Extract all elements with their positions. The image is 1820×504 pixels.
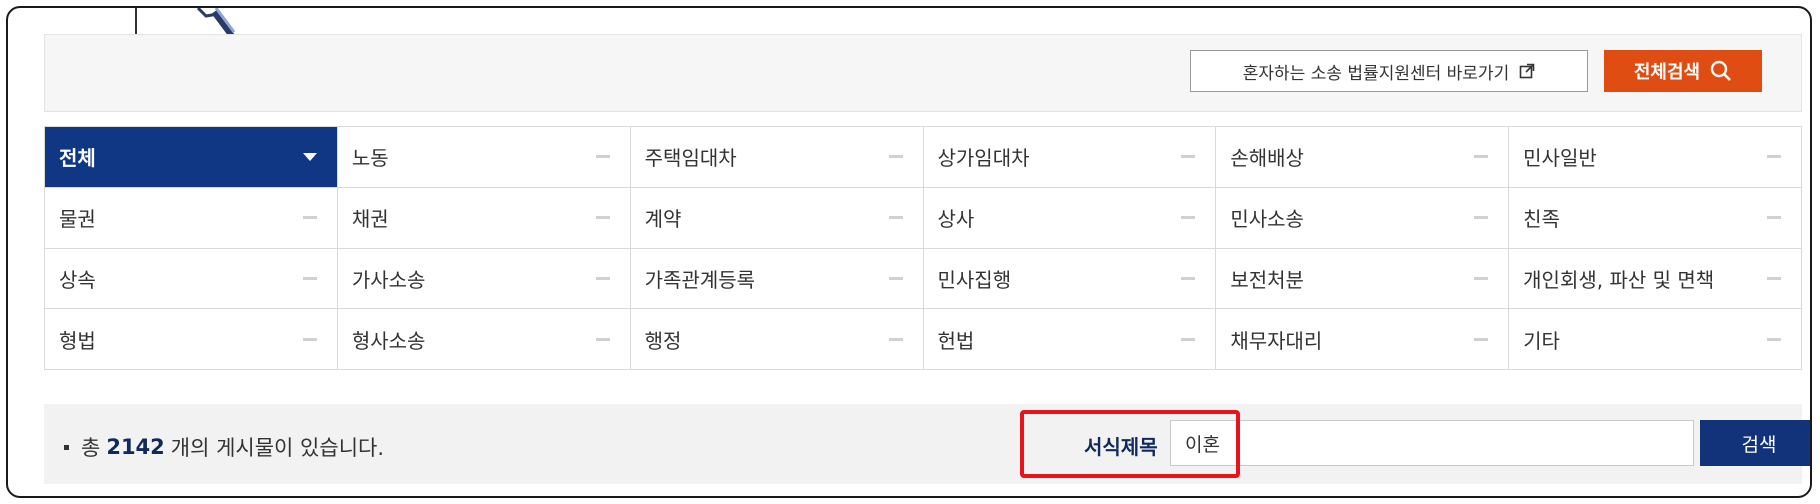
minus-icon [302, 216, 317, 220]
category-label: 상속 [59, 267, 96, 292]
minus-icon [888, 155, 903, 159]
minus-icon [888, 276, 903, 280]
category-item[interactable]: 민사일반 [1509, 127, 1802, 188]
category-label: 가사소송 [351, 267, 426, 292]
minus-icon [595, 155, 610, 159]
category-item[interactable]: 친족 [1509, 187, 1802, 249]
category-label: 민사일반 [1523, 146, 1597, 171]
category-item[interactable]: 채무자대리 [1216, 309, 1510, 370]
category-all[interactable]: 전체 [45, 127, 338, 188]
result-count: 2142 [106, 435, 165, 459]
category-item[interactable]: 상속 [45, 248, 338, 310]
category-item[interactable]: 기타 [1509, 309, 1802, 370]
category-label: 개인회생, 파산 및 면책 [1523, 267, 1715, 292]
minus-icon [302, 276, 317, 280]
search-all-button[interactable]: 전체검색 [1604, 50, 1762, 92]
category-label: 손해배상 [1230, 146, 1304, 171]
minus-icon [1767, 337, 1781, 341]
category-label: 형사소송 [351, 328, 426, 353]
search-all-label: 전체검색 [1633, 62, 1701, 83]
minus-icon [595, 276, 610, 280]
minus-icon [595, 216, 610, 220]
bullet-icon [64, 444, 69, 450]
category-item[interactable]: 가사소송 [337, 248, 631, 310]
category-label: 보전처분 [1230, 267, 1304, 292]
category-label: 친족 [1523, 207, 1560, 232]
search-button[interactable]: 검색 [1700, 420, 1810, 466]
category-item[interactable]: 민사집행 [923, 248, 1217, 310]
minus-icon [1767, 276, 1781, 280]
minus-icon [1474, 337, 1489, 341]
minus-icon [1181, 155, 1196, 159]
category-label: 기타 [1523, 328, 1560, 353]
minus-icon [1181, 216, 1196, 220]
category-label: 행정 [644, 328, 682, 353]
category-item[interactable]: 가족관계등록 [630, 248, 924, 310]
category-item[interactable]: 보전처분 [1216, 248, 1510, 310]
category-item[interactable]: 계약 [630, 187, 924, 249]
category-label: 민사소송 [1230, 207, 1304, 232]
category-item[interactable]: 물권 [45, 187, 338, 249]
minus-icon [1767, 155, 1781, 159]
self-litigation-link[interactable]: 혼자하는 소송 법률지원센터 바로가기 [1190, 50, 1588, 92]
category-item[interactable]: 노동 [337, 127, 631, 188]
caret-down-icon [302, 152, 317, 161]
category-item[interactable]: 형사소송 [337, 309, 631, 370]
minus-icon [888, 216, 903, 220]
category-item[interactable]: 채권 [337, 187, 631, 249]
result-suffix: 개의 게시물이 있습니다. [170, 436, 385, 460]
category-label: 상사 [937, 207, 975, 232]
category-label: 형법 [59, 328, 96, 353]
category-label: 전체 [59, 146, 96, 171]
minus-icon [1181, 337, 1196, 341]
page-frame: 혼자하는 소송 법률지원센터 바로가기 전체검색 전체 노동 주택임대차 상가임… [6, 6, 1812, 498]
category-item[interactable]: 헌법 [923, 309, 1217, 370]
category-label: 상가임대차 [937, 146, 1030, 171]
category-grid: 전체 노동 주택임대차 상가임대차 손해배상 민사일반 물권 채권 계약 상사 … [44, 126, 1802, 370]
category-label: 주택임대차 [644, 146, 737, 171]
category-item[interactable]: 민사소송 [1216, 187, 1510, 249]
category-label: 가족관계등록 [644, 267, 756, 292]
minus-icon [1474, 216, 1489, 220]
category-label: 채권 [351, 207, 389, 232]
category-label: 계약 [644, 207, 682, 232]
category-item[interactable]: 상사 [923, 187, 1217, 249]
category-item[interactable]: 행정 [630, 309, 924, 370]
search-bar: 총 2142 개의 게시물이 있습니다. 서식제목 검색 [44, 404, 1810, 484]
search-icon [1710, 60, 1732, 81]
category-label: 민사집행 [937, 267, 1012, 292]
category-item[interactable]: 상가임대차 [923, 127, 1217, 188]
self-litigation-link-label: 혼자하는 소송 법률지원센터 바로가기 [1242, 63, 1510, 84]
result-prefix: 총 [81, 436, 101, 460]
category-item[interactable]: 주택임대차 [630, 127, 924, 188]
minus-icon [1767, 216, 1781, 220]
search-input[interactable] [1170, 420, 1694, 466]
category-label: 노동 [351, 146, 389, 171]
category-item[interactable]: 손해배상 [1216, 127, 1510, 188]
result-count-text: 총 2142 개의 게시물이 있습니다. [64, 432, 384, 462]
category-label: 물권 [59, 207, 96, 232]
minus-icon [595, 337, 610, 341]
external-link-icon [1519, 63, 1535, 79]
minus-icon [302, 337, 317, 341]
category-label: 채무자대리 [1230, 328, 1323, 353]
minus-icon [888, 337, 903, 341]
minus-icon [1474, 155, 1489, 159]
category-label: 헌법 [937, 328, 975, 353]
minus-icon [1474, 276, 1489, 280]
search-field-label: 서식제목 [1084, 435, 1158, 459]
category-item[interactable]: 형법 [45, 309, 338, 370]
minus-icon [1181, 276, 1196, 280]
illustration-fragment [135, 8, 236, 36]
category-item[interactable]: 개인회생, 파산 및 면책 [1509, 248, 1802, 310]
